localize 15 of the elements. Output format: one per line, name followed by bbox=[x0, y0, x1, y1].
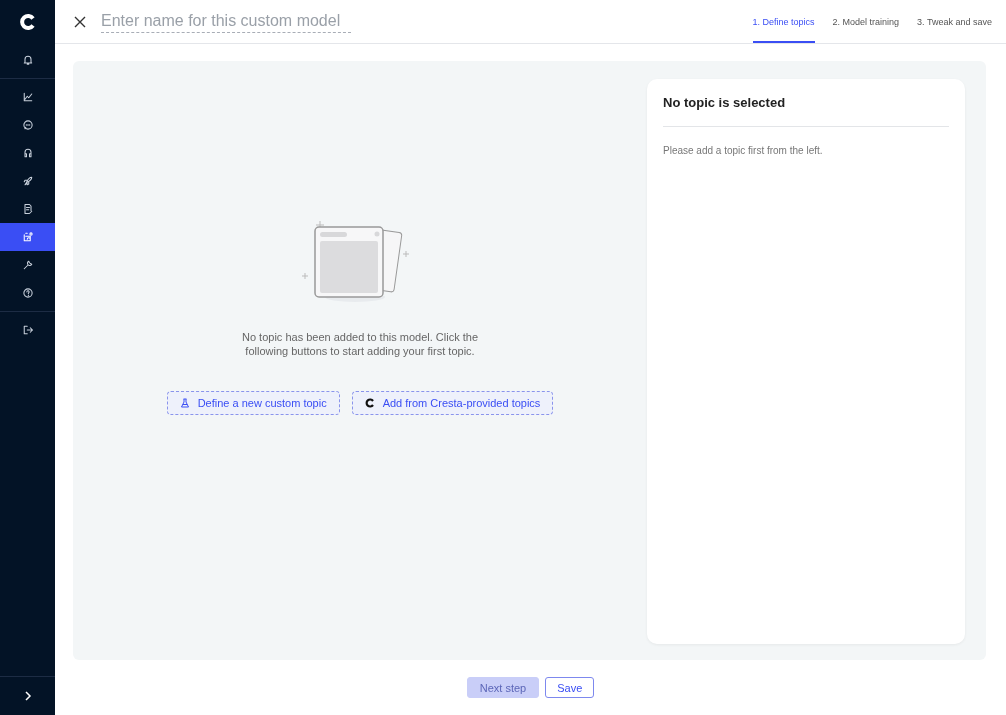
add-topic-button[interactable]: Add from Cresta-provided topics bbox=[351, 391, 554, 415]
logo-icon bbox=[364, 398, 375, 408]
step-tab[interactable]: 2. Model training bbox=[832, 0, 900, 43]
empty-message: No topic has been added to this model. Click the following buttons to start adding your first topic. bbox=[241, 330, 479, 358]
chevron-right-icon bbox=[22, 691, 33, 701]
panel-message: Please add a topic first from the left. bbox=[663, 145, 824, 156]
panel-title: No topic is selected bbox=[663, 95, 949, 127]
name-field[interactable]: Enter name for this custom model bbox=[101, 10, 351, 33]
flask-icon bbox=[179, 398, 190, 408]
close-icon[interactable] bbox=[73, 14, 87, 29]
step-tab[interactable]: 3. Tweak and save bbox=[917, 0, 992, 43]
step-tab[interactable]: 1. Define topics bbox=[752, 0, 815, 43]
footer-button[interactable]: Save bbox=[545, 677, 595, 698]
add-topic-button[interactable]: Define a new custom topic bbox=[166, 391, 340, 415]
model-icon[interactable] bbox=[0, 223, 55, 251]
